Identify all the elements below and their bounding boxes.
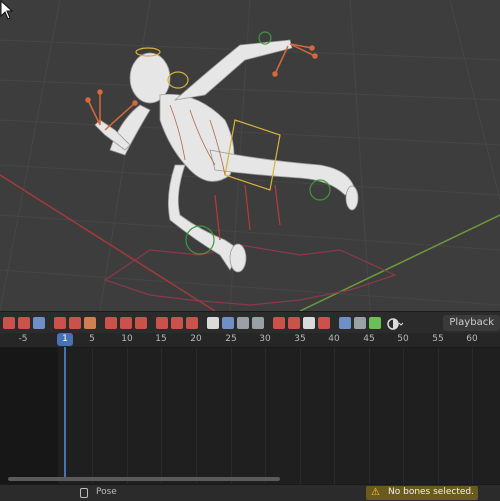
mouse-cursor-icon — [0, 0, 14, 20]
paste-icon[interactable] — [105, 317, 117, 329]
grid-line — [161, 348, 162, 484]
frame-tick-label: 45 — [363, 334, 375, 344]
frame-tick-label: 30 — [259, 334, 271, 344]
grid-line — [92, 348, 93, 484]
timeline-toolbar: Playback — [0, 311, 500, 334]
frame-tick-label: 50 — [397, 334, 409, 344]
snap-icon[interactable] — [33, 317, 45, 329]
axis-icon[interactable] — [318, 317, 330, 329]
grid-line — [127, 348, 128, 484]
pre-range-shade — [0, 348, 58, 484]
frame-tick-label: 15 — [155, 334, 167, 344]
grid-line — [334, 348, 335, 484]
grid-line — [265, 348, 266, 484]
dopesheet-tracks[interactable] — [0, 348, 500, 484]
lock-icon[interactable] — [18, 317, 30, 329]
warning-text: No bones selected. — [388, 487, 474, 497]
rot-icon[interactable] — [171, 317, 183, 329]
keyframe-icon[interactable] — [3, 317, 15, 329]
copy-icon[interactable] — [84, 317, 96, 329]
frame-tick-label: 5 — [89, 334, 95, 344]
sculpt-icon[interactable] — [369, 317, 381, 329]
status-bar: Pose ⚠ No bones selected. — [0, 484, 500, 501]
bone-select-icon[interactable] — [273, 317, 285, 329]
record-icon[interactable] — [135, 317, 147, 329]
brush-icon[interactable] — [354, 317, 366, 329]
graph-icon[interactable] — [54, 317, 66, 329]
bone-icon[interactable] — [69, 317, 81, 329]
warning-message: ⚠ No bones selected. — [366, 486, 478, 500]
grid-line — [438, 348, 439, 484]
mirror-icon[interactable] — [120, 317, 132, 329]
weight-icon[interactable] — [288, 317, 300, 329]
frame-tick-label: 10 — [121, 334, 133, 344]
frame-tick-label: 55 — [432, 334, 444, 344]
y-axis-line — [299, 214, 500, 311]
current-frame-badge[interactable]: 1 — [57, 333, 73, 346]
frame-tick-label: 20 — [190, 334, 202, 344]
paint-icon[interactable] — [339, 317, 351, 329]
loc-icon[interactable] — [156, 317, 168, 329]
scrollbar-thumb[interactable] — [8, 477, 280, 481]
frame-tick-label: -5 — [18, 334, 28, 344]
frame-tick-label: 60 — [466, 334, 478, 344]
clock-dropdown-icon[interactable] — [387, 316, 405, 330]
delete-icon[interactable] — [222, 317, 234, 329]
x-axis-line — [0, 174, 216, 311]
playhead[interactable] — [64, 347, 66, 481]
playback-menu[interactable]: Playback — [443, 315, 500, 331]
grid-line — [369, 348, 370, 484]
grid-line — [472, 348, 473, 484]
horizontal-scrollbar[interactable] — [0, 475, 500, 483]
bookmark-icon[interactable] — [207, 317, 219, 329]
onion-icon[interactable] — [252, 317, 264, 329]
grid-line — [300, 348, 301, 484]
viewport-scene — [0, 0, 500, 311]
filter-icon[interactable] — [237, 317, 249, 329]
grid-line — [231, 348, 232, 484]
warning-icon: ⚠ — [371, 487, 380, 498]
grid-line — [196, 348, 197, 484]
frame-ruler[interactable]: -5 5 10 15 20 25 30 35 40 45 50 55 60 — [0, 333, 500, 348]
mouse-icon — [80, 488, 88, 498]
3d-viewport[interactable] — [0, 0, 500, 311]
root-control — [103, 244, 397, 306]
mode-label: Pose — [96, 487, 117, 497]
grid-line — [403, 348, 404, 484]
frame-tick-label: 25 — [225, 334, 237, 344]
scale-icon[interactable] — [186, 317, 198, 329]
xray-icon[interactable] — [303, 317, 315, 329]
frame-tick-label: 35 — [294, 334, 306, 344]
frame-tick-label: 40 — [328, 334, 340, 344]
